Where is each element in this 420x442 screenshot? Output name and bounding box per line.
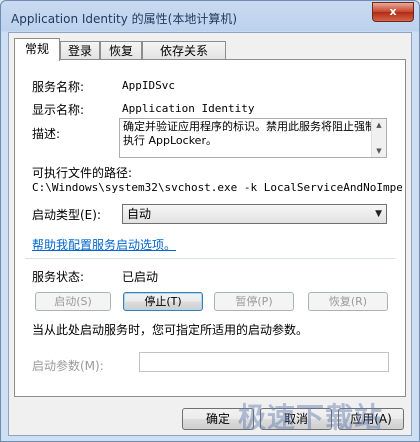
display-name-label: 显示名称: <box>32 103 85 117</box>
start-params-hint: 当从此处启动服务时，您可指定所适用的启动参数。 <box>32 323 309 337</box>
service-name-value: AppIDSvc <box>122 79 175 92</box>
scroll-down-icon[interactable]: ▼ <box>372 145 386 157</box>
path-label: 可执行文件的路径: <box>32 166 133 180</box>
pause-button[interactable]: 暂停(P) <box>214 292 294 311</box>
description-scrollbar[interactable]: ▲ ▼ <box>371 119 386 157</box>
tab-dependencies[interactable]: 依存关系 <box>142 41 226 60</box>
dialog-client: 常规 登录 恢复 依存关系 服务名称: AppIDSvc 显示名称: Appli… <box>8 32 412 436</box>
resume-button[interactable]: 恢复(R) <box>308 292 388 311</box>
help-link[interactable]: 帮助我配置服务启动选项。 <box>32 236 176 253</box>
start-params-label: 启动参数(M): <box>32 359 104 373</box>
close-icon: x <box>389 5 397 18</box>
close-button[interactable]: x <box>372 2 414 22</box>
startup-type-label: 启动类型(E): <box>32 208 101 222</box>
general-panel: 服务名称: AppIDSvc 显示名称: Application Identit… <box>14 59 406 397</box>
tab-general[interactable]: 常规 <box>14 38 60 61</box>
service-status-label: 服务状态: <box>32 270 85 284</box>
tab-recovery[interactable]: 恢复 <box>100 41 142 60</box>
startup-type-value: 自动 <box>127 207 152 221</box>
stop-button[interactable]: 停止(T) <box>123 292 203 311</box>
description-text: 确定并验证应用程序的标识。禁用此服务将阻止强制执行 AppLocker。 <box>123 120 376 147</box>
title-bar[interactable]: Application Identity 的属性(本地计算机) x <box>1 1 419 33</box>
service-name-label: 服务名称: <box>32 80 85 94</box>
chevron-down-icon: ▼ <box>375 209 382 219</box>
tab-logon[interactable]: 登录 <box>60 41 100 60</box>
start-params-input[interactable] <box>139 352 389 372</box>
display-name-value: Application Identity <box>122 102 255 115</box>
scroll-up-icon[interactable]: ▲ <box>372 119 386 131</box>
window-title: Application Identity 的属性(本地计算机) <box>11 12 238 26</box>
divider <box>25 258 395 259</box>
service-status-value: 已启动 <box>122 270 159 284</box>
site-watermark: 极速下载站 <box>238 401 384 434</box>
description-label: 描述: <box>32 127 61 141</box>
properties-dialog: Application Identity 的属性(本地计算机) x 常规 登录 … <box>0 0 420 442</box>
path-value: C:\Windows\system32\svchost.exe -k Local… <box>32 181 402 194</box>
startup-type-select[interactable]: 自动 ▼ <box>122 204 387 224</box>
description-box[interactable]: 确定并验证应用程序的标识。禁用此服务将阻止强制执行 AppLocker。 ▲ ▼ <box>119 118 387 158</box>
start-button[interactable]: 启动(S) <box>35 292 111 311</box>
